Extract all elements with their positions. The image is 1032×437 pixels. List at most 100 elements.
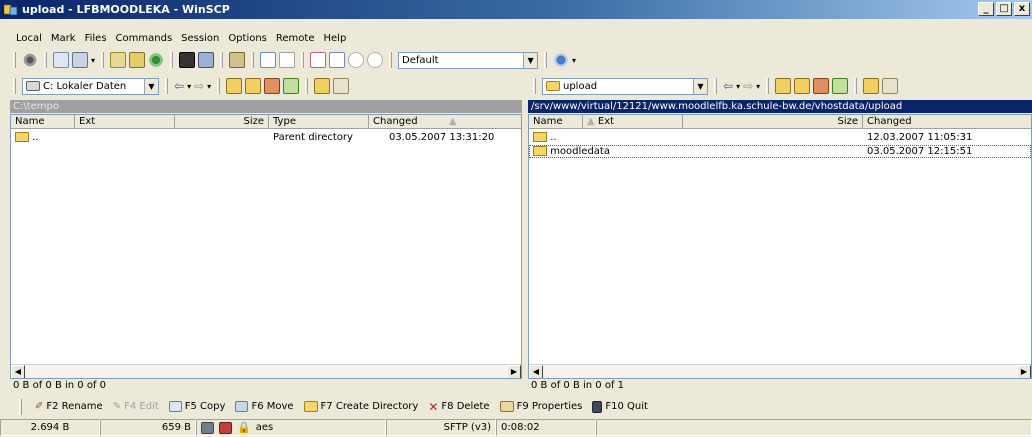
- column-size[interactable]: Size: [175, 115, 269, 129]
- open-terminal-icon[interactable]: [72, 52, 88, 68]
- menu-bar: Local Mark Files Commands Session Option…: [0, 30, 1032, 47]
- menu-help[interactable]: Help: [324, 33, 347, 44]
- menu-mark[interactable]: Mark: [51, 33, 76, 44]
- toolbar-grip: [220, 52, 224, 68]
- reload-icon[interactable]: [367, 52, 384, 68]
- menu-commands[interactable]: Commands: [116, 33, 173, 44]
- parent-directory-icon[interactable]: [226, 78, 243, 94]
- select-files-icon[interactable]: [260, 52, 277, 68]
- column-ext[interactable]: Ext: [75, 115, 175, 129]
- chevron-down-icon[interactable]: ▾: [187, 82, 191, 91]
- root-directory-icon[interactable]: [245, 78, 262, 94]
- column-type[interactable]: Type: [269, 115, 369, 129]
- column-changed[interactable]: Changed: [863, 115, 1031, 129]
- remote-horizontal-scrollbar[interactable]: ◀ ▶: [529, 364, 1031, 378]
- column-size[interactable]: Size: [683, 115, 863, 129]
- window-titlebar[interactable]: upload - LFBMOODLEKA - WinSCP _ □ x: [0, 0, 1032, 19]
- sort-ascending-icon: ▲: [587, 116, 595, 127]
- preferences-gear-icon[interactable]: [22, 52, 38, 68]
- transfer-profile-select[interactable]: Default ▼: [398, 51, 539, 69]
- column-name[interactable]: Name: [529, 115, 583, 129]
- move-button[interactable]: F6 Move: [235, 401, 294, 412]
- tree-icon[interactable]: [882, 78, 899, 94]
- synchronize-browsing-icon[interactable]: [129, 52, 146, 68]
- remote-directory-select[interactable]: upload ▼: [542, 77, 708, 95]
- chevron-down-icon[interactable]: ▼: [523, 52, 538, 68]
- compression-icon[interactable]: [201, 421, 214, 434]
- compare-directories-icon[interactable]: [110, 52, 127, 68]
- chevron-down-icon[interactable]: ▼: [693, 78, 707, 94]
- console-icon[interactable]: [179, 52, 196, 68]
- chevron-down-icon[interactable]: ▼: [144, 78, 158, 94]
- clear-icon[interactable]: [348, 52, 365, 68]
- toolbar-grip: [766, 78, 770, 94]
- file-name: moodledata: [550, 146, 610, 157]
- lock-icon[interactable]: 🔒: [237, 420, 251, 435]
- column-changed-label: Changed: [373, 116, 418, 127]
- putty-icon[interactable]: [198, 52, 215, 68]
- drive-icon: [26, 81, 40, 91]
- refresh-icon[interactable]: [832, 78, 849, 94]
- open-directory-icon[interactable]: [314, 78, 331, 94]
- copy-button[interactable]: F5 Copy: [168, 401, 225, 412]
- scroll-left-icon[interactable]: ◀: [529, 365, 543, 378]
- column-name[interactable]: Name: [11, 115, 75, 129]
- menu-options[interactable]: Options: [228, 33, 267, 44]
- home-icon[interactable]: [264, 78, 281, 94]
- chevron-down-icon[interactable]: ▾: [572, 56, 576, 65]
- transfer-settings-icon[interactable]: [329, 52, 346, 68]
- delete-button[interactable]: ✕ F8 Delete: [428, 400, 489, 414]
- parent-directory-icon[interactable]: [775, 78, 792, 94]
- scroll-left-icon[interactable]: ◀: [11, 365, 25, 378]
- chevron-down-icon[interactable]: ▾: [736, 82, 740, 91]
- toolbar-grip: [13, 52, 16, 68]
- transfer-profile-value: Default: [402, 54, 439, 66]
- properties-icon: [499, 401, 514, 412]
- tree-icon[interactable]: [333, 78, 350, 94]
- open-directory-icon[interactable]: [863, 78, 880, 94]
- queue-icon[interactable]: [229, 52, 246, 68]
- scroll-right-icon[interactable]: ▶: [507, 365, 521, 378]
- chevron-down-icon[interactable]: ▾: [91, 56, 95, 65]
- quit-button[interactable]: F10 Quit: [592, 400, 648, 413]
- rename-button[interactable]: ✐ F2 Rename: [35, 401, 103, 412]
- table-row[interactable]: .. 12.03.2007 11:05:31: [529, 131, 1031, 144]
- root-directory-icon[interactable]: [794, 78, 811, 94]
- minimize-button[interactable]: _: [978, 2, 994, 16]
- filter-icon[interactable]: [310, 52, 327, 68]
- menu-remote[interactable]: Remote: [276, 33, 315, 44]
- column-changed[interactable]: Changed ▲: [369, 115, 521, 129]
- back-arrow-icon[interactable]: ⇦: [723, 79, 733, 93]
- create-directory-button[interactable]: F7 Create Directory: [303, 401, 418, 412]
- remote-file-panel[interactable]: Name ▲ Ext Size Changed .. 12.03.2007 11…: [528, 114, 1032, 379]
- synchronize-icon[interactable]: [148, 52, 165, 68]
- close-button[interactable]: x: [1014, 2, 1030, 16]
- table-row[interactable]: moodledata 03.05.2007 12:15:51: [529, 145, 1031, 158]
- local-drive-select[interactable]: C: Lokaler Daten ▼: [22, 77, 159, 95]
- copy-icon: [168, 401, 182, 412]
- menu-local[interactable]: Local: [16, 33, 42, 44]
- unselect-files-icon[interactable]: [279, 52, 296, 68]
- menu-files[interactable]: Files: [85, 33, 107, 44]
- back-arrow-icon[interactable]: ⇦: [174, 79, 184, 93]
- forward-arrow-icon[interactable]: ⇨: [194, 79, 204, 93]
- new-file-icon[interactable]: [53, 52, 69, 68]
- edit-button[interactable]: ✎ F4 Edit: [113, 401, 159, 412]
- local-horizontal-scrollbar[interactable]: ◀ ▶: [11, 364, 521, 378]
- maximize-button[interactable]: □: [996, 2, 1012, 16]
- menu-session[interactable]: Session: [181, 33, 219, 44]
- chevron-down-icon[interactable]: ▾: [756, 82, 760, 91]
- toolbar-grip: [19, 398, 22, 415]
- refresh-icon[interactable]: [283, 78, 300, 94]
- sessions-icon[interactable]: [553, 52, 570, 68]
- scroll-right-icon[interactable]: ▶: [1017, 365, 1031, 378]
- toolbar-grip: [217, 78, 221, 94]
- chevron-down-icon[interactable]: ▾: [207, 82, 211, 91]
- forward-arrow-icon[interactable]: ⇨: [743, 79, 753, 93]
- properties-button[interactable]: F9 Properties: [499, 401, 582, 412]
- home-icon[interactable]: [813, 78, 830, 94]
- table-row[interactable]: .. Parent directory 03.05.2007 13:31:20: [11, 131, 521, 144]
- local-file-panel[interactable]: Name Ext Size Type Changed ▲ .. Parent d…: [10, 114, 522, 379]
- warning-icon[interactable]: [219, 421, 232, 434]
- column-ext[interactable]: ▲ Ext: [583, 115, 683, 129]
